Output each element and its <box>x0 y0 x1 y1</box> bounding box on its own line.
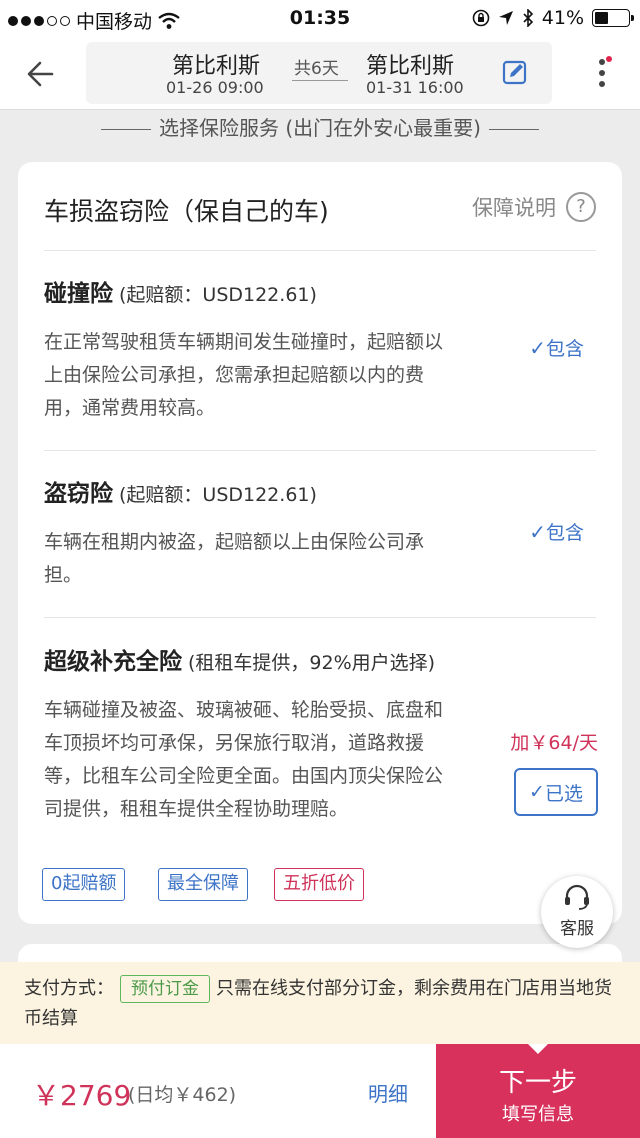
headset-icon <box>565 884 589 910</box>
tag-discount: 五折低价 <box>274 868 364 901</box>
check-icon: ✓ <box>529 520 546 544</box>
tag-zero-deductible: 0起赔额 <box>42 868 126 901</box>
next-step-sublabel: 填写信息 <box>502 1104 574 1125</box>
bluetooth-icon <box>523 9 533 27</box>
rental-duration: 共6天 <box>294 59 339 79</box>
included-badge: ✓包含 <box>529 334 584 361</box>
insurance-item-title: 超级补充全险 (租租车提供，92%用户选择) <box>44 642 435 676</box>
included-label: 包含 <box>545 338 584 360</box>
customer-service-button[interactable]: 客服 <box>541 876 613 948</box>
insurance-item-title: 盗窃险 (起赔额：USD122.61) <box>44 474 317 508</box>
selected-label: 已选 <box>544 782 583 805</box>
battery-icon <box>592 9 634 27</box>
insurance-description: 在正常驾驶租赁车辆期间发生碰撞时，起赔额以上由保险公司承担，您需承担起赔额以内的… <box>44 331 444 419</box>
insurance-description: 车辆碰撞及被盗、玻璃被砸、轮胎受损、底盘和车顶损坏均可承保，另保旅行取消，道路救… <box>44 699 444 820</box>
next-step-label: 下一步 <box>498 1068 577 1098</box>
edit-icon[interactable] <box>502 59 528 85</box>
divider <box>44 450 596 451</box>
insurance-name: 碰撞险 <box>44 281 113 307</box>
included-label: 包含 <box>545 522 584 544</box>
status-bar: 中国移动 01:35 41% <box>0 0 640 36</box>
payment-notice: 支付方式： 预付订金 只需在线支付部分订金，剩余费用在门店用当地货币结算 <box>0 962 640 1044</box>
payment-label: 支付方式： <box>24 978 114 999</box>
trip-summary[interactable]: 第比利斯 01-26 09:00 共6天 第比利斯 01-31 16:00 <box>86 42 552 104</box>
prepay-badge: 预付订金 <box>120 975 210 1003</box>
question-icon: ? <box>566 192 596 222</box>
insurance-name: 超级补充全险 <box>44 649 182 675</box>
divider <box>44 617 596 618</box>
divider <box>44 250 596 251</box>
included-badge: ✓包含 <box>529 518 584 545</box>
check-icon: ✓ <box>529 336 546 360</box>
return-city: 第比利斯 <box>366 54 455 79</box>
bottom-bar: ￥2769 (日均￥462) 明细 下一步 填写信息 <box>0 1044 640 1138</box>
price-detail-link[interactable]: 明细 <box>368 1078 408 1107</box>
next-step-button[interactable]: 下一步 填写信息 <box>436 1044 640 1138</box>
customer-service-label: 客服 <box>560 919 594 939</box>
status-icons: 41% <box>472 7 634 29</box>
tag-full-coverage: 最全保障 <box>158 868 248 901</box>
section-title-text: 选择保险服务 (出门在外安心最重要) <box>159 116 481 140</box>
insurance-item-title: 碰撞险 (起赔额：USD122.61) <box>44 274 317 308</box>
battery-percent: 41% <box>541 7 584 29</box>
card-title: 车损盗窃险（保自己的车) <box>44 197 329 226</box>
insurance-deductible: (起赔额：USD122.61) <box>119 284 317 306</box>
section-title: 选择保险服务 (出门在外安心最重要) <box>0 112 640 141</box>
insurance-description: 车辆在租期内被盗，起赔额以上由保险公司承担。 <box>44 531 425 586</box>
insurance-deductible: (起赔额：USD122.61) <box>119 484 317 506</box>
nav-bar: 第比利斯 01-26 09:00 共6天 第比利斯 01-31 16:00 <box>0 36 640 110</box>
daily-price: (日均￥462) <box>128 1084 237 1106</box>
location-icon <box>498 11 513 25</box>
insurance-card: 车损盗窃险（保自己的车) 保障说明 ? 碰撞险 (起赔额：USD122.61) 在… <box>18 162 622 924</box>
duration-divider <box>292 80 348 81</box>
back-arrow-icon[interactable] <box>22 54 62 94</box>
rotation-lock-icon <box>472 9 490 27</box>
coverage-help-label: 保障说明 <box>472 196 556 220</box>
pickup-city: 第比利斯 <box>172 54 261 79</box>
selected-button[interactable]: ✓ 已选 <box>514 768 598 816</box>
insurance-name: 盗窃险 <box>44 481 113 507</box>
coverage-help[interactable]: 保障说明 ? <box>472 192 596 222</box>
addon-price: 加￥64/天 <box>510 732 598 754</box>
more-menu-icon[interactable] <box>596 56 612 90</box>
return-datetime: 01-31 16:00 <box>366 78 464 97</box>
total-price: ￥2769 <box>32 1079 132 1112</box>
check-icon: ✓ <box>529 781 545 803</box>
insurance-note: (租租车提供，92%用户选择) <box>188 652 436 674</box>
pickup-datetime: 01-26 09:00 <box>166 78 264 97</box>
